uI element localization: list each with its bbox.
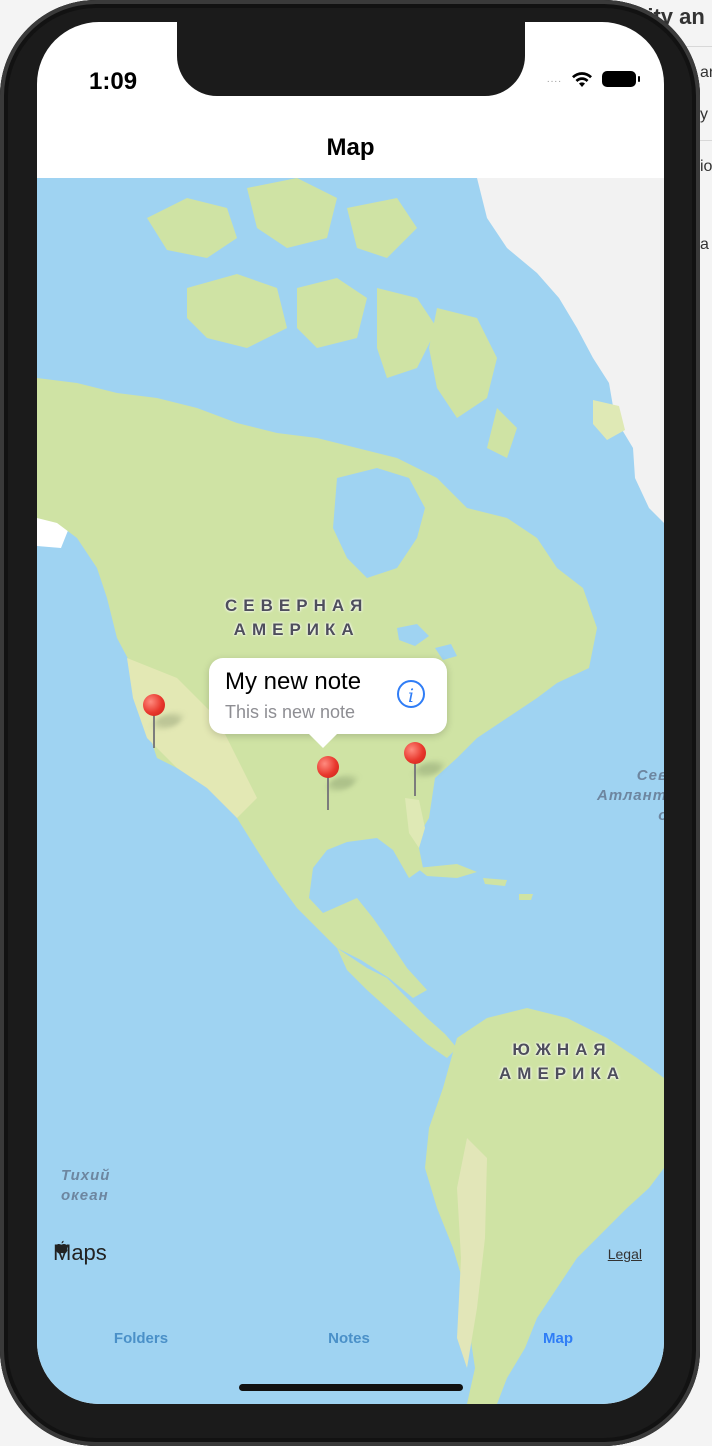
region-label-north-america: СЕВЕРНАЯ АМЕРИКА <box>225 594 368 642</box>
region-label-line: АМЕРИКА <box>233 620 360 639</box>
phone-frame: 1:09 .... Map СЕВЕРНАЯ АМЕРИКА ЮЖНАЯ АМЕ… <box>0 0 700 1446</box>
pin-stick <box>327 776 329 810</box>
home-indicator[interactable] <box>239 1384 463 1391</box>
status-time: 1:09 <box>89 68 138 95</box>
pin-head <box>317 756 339 778</box>
tab-map[interactable]: Map <box>498 1330 618 1347</box>
wifi-icon <box>572 72 592 87</box>
phone-screen: 1:09 .... Map СЕВЕРНАЯ АМЕРИКА ЮЖНАЯ АМЕ… <box>37 22 664 1404</box>
ocean-label-line: Атланти <box>597 787 664 804</box>
greenland-landmass <box>477 178 664 523</box>
map-canvas <box>37 178 664 1404</box>
page-title: Map <box>326 134 375 161</box>
tab-folders[interactable]: Folders <box>81 1330 201 1347</box>
status-icons: .... <box>546 70 640 88</box>
ocean-label-atlantic: Севе Атланти ок <box>597 766 664 826</box>
tab-notes[interactable]: Notes <box>289 1330 409 1347</box>
ocean-label-line: океан <box>61 1187 109 1204</box>
pin-stick <box>414 762 416 796</box>
info-icon[interactable]: i <box>397 680 425 708</box>
tab-bar: Folders Notes Map <box>37 1322 664 1352</box>
ocean-label-pacific: Тихий океан <box>61 1166 110 1206</box>
region-label-line: АМЕРИКА <box>499 1064 625 1083</box>
caribbean-islands <box>417 864 533 900</box>
region-label-line: СЕВЕРНАЯ <box>225 596 369 615</box>
region-label-south-america: ЮЖНАЯ АМЕРИКА <box>499 1038 625 1086</box>
map-pin-west-coast[interactable] <box>143 694 186 754</box>
ocean-label-line: ок <box>597 806 664 826</box>
region-label-line: ЮЖНАЯ <box>512 1040 612 1059</box>
annotation-callout[interactable]: My new note This is new note i <box>209 658 447 748</box>
apple-icon <box>55 1240 68 1254</box>
ocean-label-line: Севе <box>636 767 664 784</box>
background-fragment: io <box>700 158 712 175</box>
pin-head <box>143 694 165 716</box>
notch <box>177 22 525 96</box>
pin-head <box>404 742 426 764</box>
battery-icon <box>602 71 640 87</box>
maps-logo: Maps <box>53 1240 107 1266</box>
map-view[interactable]: СЕВЕРНАЯ АМЕРИКА ЮЖНАЯ АМЕРИКА Тихий оке… <box>37 178 664 1404</box>
signal-icon: .... <box>546 73 562 85</box>
background-fragment: an <box>700 64 712 81</box>
pin-stick <box>153 714 155 748</box>
callout-title: My new note <box>225 668 362 695</box>
background-fragment: y <box>700 106 708 123</box>
background-fragment: a <box>700 236 709 253</box>
callout-subtitle: This is new note <box>225 702 356 722</box>
map-pin-central[interactable] <box>317 756 360 816</box>
legal-link[interactable]: Legal <box>608 1246 642 1262</box>
map-pin-east[interactable] <box>404 742 447 802</box>
ocean-label-line: Тихий <box>61 1167 111 1184</box>
